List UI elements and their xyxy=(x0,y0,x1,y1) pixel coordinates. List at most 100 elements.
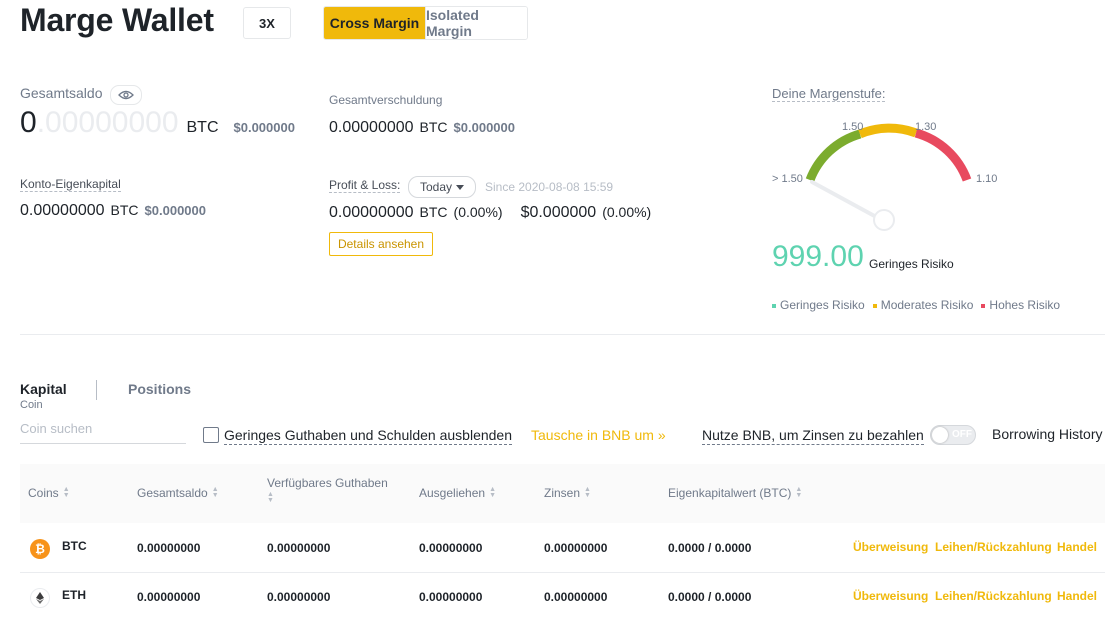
pnl-btc-value: 0.00000000 xyxy=(329,204,414,221)
sort-icon: ▲ ▼ xyxy=(489,486,496,499)
leverage-badge[interactable]: 3X xyxy=(243,7,291,39)
margin-level-value: 999.00 xyxy=(772,240,864,273)
cell-interest: 0.00000000 xyxy=(544,541,608,555)
sort-icon: ▲ ▼ xyxy=(211,486,219,499)
transfer-link[interactable]: Überweisung xyxy=(853,589,928,603)
debt-unit: BTC xyxy=(419,119,448,135)
gauge-high-segment xyxy=(914,128,972,182)
toggle-knob xyxy=(932,427,948,443)
total-balance-usd: $0.000000 xyxy=(233,120,295,135)
equity-usd: $0.000000 xyxy=(144,203,206,218)
equity-unit: BTC xyxy=(110,202,139,218)
convert-bnb-link[interactable]: Tausche in BNB um » xyxy=(531,427,666,443)
column-borrowed[interactable]: Ausgeliehen ▲ ▼ xyxy=(419,486,496,500)
pnl-btc-unit: BTC xyxy=(419,204,448,220)
gauge-label-mid-left: 1.50 xyxy=(842,121,864,133)
page-title: Marge Wallet xyxy=(20,2,214,38)
pnl-values: 0.00000000 BTC (0.00%) $0.000000 (0.00%) xyxy=(329,204,651,222)
cell-available: 0.00000000 xyxy=(267,541,331,555)
margin-risk-text: Geringes Risiko xyxy=(869,257,954,271)
cell-available: 0.00000000 xyxy=(267,590,331,604)
debt-int: 0 xyxy=(329,119,338,136)
risk-legend: Geringes Risiko Moderates Risiko Hohes R… xyxy=(772,298,1060,312)
total-balance-dec: .00000000 xyxy=(36,106,179,139)
legend-item-moderate: Moderates Risiko xyxy=(872,298,973,312)
gauge-label-left: > 1.50 xyxy=(772,173,803,185)
cell-borrowed: 0.00000000 xyxy=(419,541,483,555)
coin-name: BTC xyxy=(62,539,87,553)
borrow-repay-link[interactable]: Leihen/Rückzahlung xyxy=(935,589,1052,603)
equity-dec: .00000000 xyxy=(28,202,105,219)
trade-link[interactable]: Handel xyxy=(1057,540,1097,554)
pay-bnb-toggle[interactable]: OFF xyxy=(930,425,976,445)
margin-mode-switch: Cross Margin Isolated Margin xyxy=(323,6,528,40)
section-divider xyxy=(20,334,1105,335)
toggle-state: OFF xyxy=(952,429,972,440)
total-balance-value: 0 .00000000 BTC $0.000000 xyxy=(20,106,295,140)
column-available[interactable]: Verfügbares Guthaben ▲ ▼ xyxy=(267,476,388,504)
equity-label: Konto-Eigenkapital xyxy=(20,177,121,192)
total-balance-int: 0 xyxy=(20,106,37,139)
coin-name: ETH xyxy=(62,588,86,602)
table-row: ₿ BTC 0.00000000 0.00000000 0.00000000 0… xyxy=(20,523,1105,573)
table-row: ETH 0.00000000 0.00000000 0.00000000 0.0… xyxy=(20,572,1105,621)
eye-icon xyxy=(118,90,134,100)
equity-value: 0 .00000000 BTC $0.000000 xyxy=(20,202,206,220)
tab-positions[interactable]: Positions xyxy=(128,381,191,397)
pnl-label: Profit & Loss: xyxy=(329,178,401,193)
tab-separator xyxy=(96,380,97,400)
borrowing-history-link[interactable]: Borrowing History xyxy=(992,426,1102,442)
sort-icon: ▲ ▼ xyxy=(584,486,591,499)
period-select[interactable]: Today xyxy=(408,176,476,198)
debt-dec: .00000000 xyxy=(337,119,414,136)
tab-isolated-margin[interactable]: Isolated Margin xyxy=(425,7,527,39)
column-interest[interactable]: Zinsen ▲ ▼ xyxy=(544,486,591,500)
transfer-link[interactable]: Überweisung xyxy=(853,540,928,554)
pnl-btc-pct: (0.00%) xyxy=(453,204,503,220)
ethereum-icon xyxy=(30,588,50,608)
cell-equity: 0.0000 / 0.0000 xyxy=(668,541,752,555)
period-value: Today xyxy=(419,180,453,194)
gauge-label-right: 1.10 xyxy=(976,173,998,185)
sort-icon: ▲ ▼ xyxy=(795,486,803,499)
cell-total: 0.00000000 xyxy=(137,541,201,555)
column-total[interactable]: Gesamtsaldo ▲ ▼ xyxy=(137,486,219,500)
legend-item-high: Hohes Risiko xyxy=(981,298,1060,312)
legend-item-low: Geringes Risiko xyxy=(772,298,865,312)
equity-int: 0 xyxy=(20,202,29,219)
tab-cross-margin[interactable]: Cross Margin xyxy=(324,7,425,39)
tab-capital-sub: Coin xyxy=(20,399,43,411)
debt-value: 0 .00000000 BTC $0.000000 xyxy=(329,119,515,137)
bitcoin-icon: ₿ xyxy=(30,539,50,559)
borrow-repay-link[interactable]: Leihen/Rückzahlung xyxy=(935,540,1052,554)
total-balance-unit: BTC xyxy=(186,119,219,136)
sort-icon: ▲ ▼ xyxy=(62,486,70,499)
total-balance-label: Gesamtsaldo xyxy=(20,85,103,101)
debt-usd: $0.000000 xyxy=(453,120,515,135)
cell-total: 0.00000000 xyxy=(137,590,201,604)
cell-equity: 0.0000 / 0.0000 xyxy=(668,590,752,604)
gauge-low-segment xyxy=(805,129,862,182)
cell-borrowed: 0.00000000 xyxy=(419,590,483,604)
sort-icon: ▲ ▼ xyxy=(267,491,274,504)
cell-interest: 0.00000000 xyxy=(544,590,608,604)
eye-toggle-button[interactable] xyxy=(110,85,142,105)
search-input[interactable]: Coin suchen xyxy=(20,421,186,444)
column-equity[interactable]: Eigenkapitalwert (BTC) ▲ ▼ xyxy=(668,486,802,500)
details-button[interactable]: Details ansehen xyxy=(329,232,433,256)
pay-bnb-label: Nutze BNB, um Zinsen zu bezahlen xyxy=(702,427,924,445)
hide-small-label[interactable]: Geringes Guthaben und Schulden ausblende… xyxy=(224,427,512,445)
margin-gauge xyxy=(805,123,972,231)
pnl-usd-pct: (0.00%) xyxy=(602,204,652,220)
hide-small-checkbox[interactable] xyxy=(203,427,219,443)
tab-capital[interactable]: Kapital xyxy=(20,381,67,397)
caret-down-icon xyxy=(456,184,465,190)
margin-level-label: Deine Margenstufe: xyxy=(772,86,886,102)
column-coins[interactable]: Coins ▲ ▼ xyxy=(28,486,70,500)
gauge-moderate-segment xyxy=(858,123,918,139)
debt-label: Gesamtverschuldung xyxy=(329,93,443,107)
gauge-pivot xyxy=(873,209,895,231)
pnl-usd-value: $0.000000 xyxy=(520,204,597,221)
gauge-needle xyxy=(810,180,882,221)
trade-link[interactable]: Handel xyxy=(1057,589,1097,603)
